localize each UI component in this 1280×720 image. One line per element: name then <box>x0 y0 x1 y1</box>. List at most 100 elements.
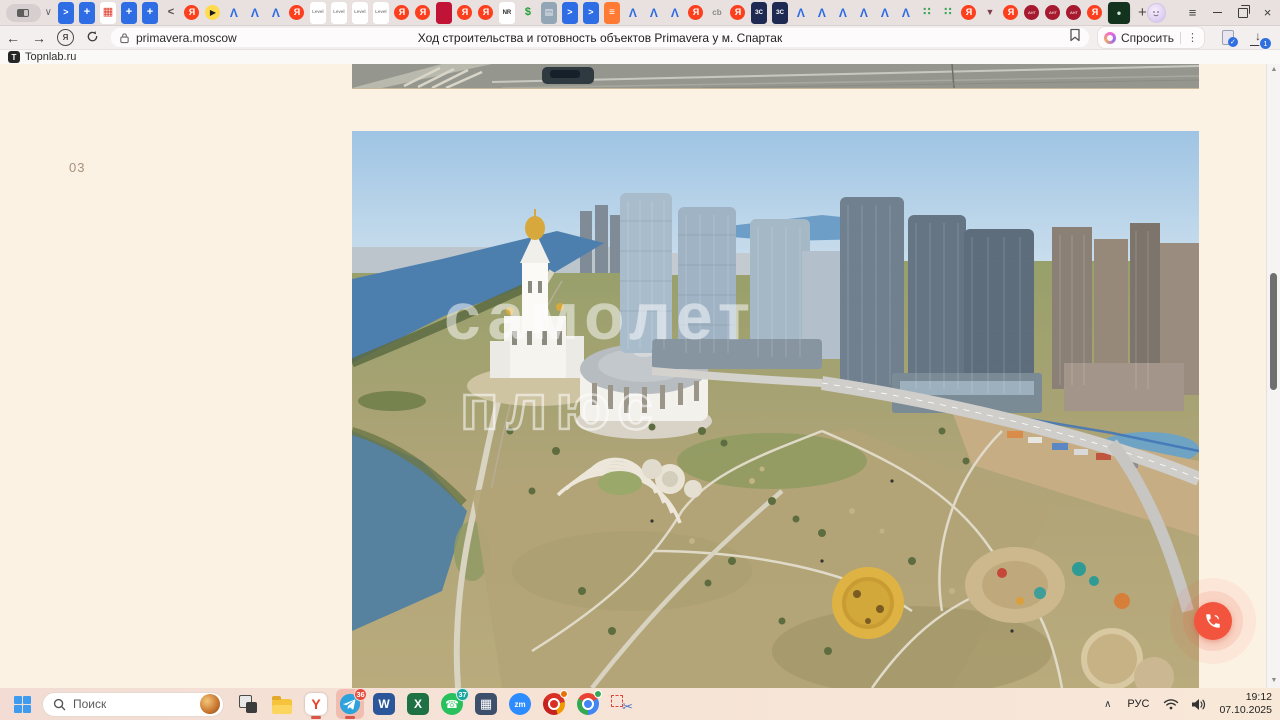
tab-favicon-primavera[interactable]: • <box>1107 1 1130 24</box>
volume-icon[interactable] <box>1191 698 1207 711</box>
tab-favicon-blue-plus[interactable]: + <box>78 1 95 24</box>
tab-favicon-blue-plus[interactable]: + <box>120 1 137 24</box>
taskbar-chrome-red[interactable] <box>540 689 568 719</box>
tab-favicon-peak[interactable]: Λ <box>793 4 809 22</box>
tab-favicon-peak[interactable]: Λ <box>898 4 914 22</box>
menu-button[interactable]: ≡ <box>1180 0 1205 26</box>
taskbar-telegram[interactable]: 36 <box>336 688 367 719</box>
tab-favicon-zs[interactable]: ЗС <box>750 1 767 24</box>
tab-favicon-ob[interactable]: cb <box>709 4 725 22</box>
start-button[interactable] <box>10 692 34 716</box>
tab-favicon-peak[interactable]: Λ <box>247 4 263 22</box>
tab-favicon-blue-arrow[interactable]: > <box>561 1 578 24</box>
scroll-down-arrow[interactable]: ▼ <box>1267 677 1280 684</box>
taskbar-word[interactable]: W <box>370 689 398 719</box>
hidden-icons-button[interactable]: ∧ <box>1104 699 1111 710</box>
tab-favicon-blue-plus[interactable]: + <box>141 1 158 24</box>
tab-favicon-zs[interactable]: ЗС <box>771 1 788 24</box>
taskbar-zoom[interactable]: zm <box>506 689 534 719</box>
url-text[interactable]: primavera.moscow <box>136 31 237 45</box>
bookmark-item[interactable]: T Topnlab.ru <box>8 51 76 63</box>
tab-favicon-ant[interactable]: АНТ <box>1045 4 1061 22</box>
tab-favicon-blue-arrow[interactable]: > <box>582 1 599 24</box>
taskbar-yandex-browser[interactable]: Y <box>302 689 330 719</box>
taskbar-chrome[interactable] <box>574 689 602 719</box>
tab-favicon-yandex[interactable]: Я <box>688 4 704 22</box>
tab-favicon-yandex[interactable]: Я <box>1087 4 1103 22</box>
tab-favicon-blue-arrow[interactable]: > <box>57 1 74 24</box>
tab-favicon-yandex[interactable]: Я <box>415 4 431 22</box>
tab-favicon-peak[interactable]: Λ <box>226 4 242 22</box>
tab-favicon-peak[interactable]: Λ <box>814 4 830 22</box>
tab-favicon-yandex[interactable]: Я <box>961 4 977 22</box>
taskbar-search[interactable]: Поиск <box>42 691 224 717</box>
callback-phone-button[interactable] <box>1194 602 1232 640</box>
tab-favicon-peak[interactable]: Λ <box>877 4 893 22</box>
blue-arrow-icon: > <box>561 1 578 24</box>
tab-favicon-yandex[interactable]: Я <box>457 4 473 22</box>
ask-alice-button[interactable]: Спросить ⋮ <box>1097 26 1205 49</box>
tab-favicon-calculator[interactable]: ▦ <box>99 1 116 24</box>
minimize-button[interactable] <box>1205 0 1230 26</box>
extension-button[interactable]: ✓ <box>1221 30 1238 47</box>
restore-button[interactable] <box>1230 0 1255 26</box>
bookmark-flag-icon[interactable] <box>1069 28 1081 47</box>
back-button[interactable]: ← <box>0 30 26 46</box>
tab-favicon-nr[interactable]: NR <box>498 1 515 24</box>
close-button[interactable]: × <box>1255 0 1280 26</box>
tab-favicon-grayblue[interactable]: ▤ <box>540 1 557 24</box>
taskbar-explorer[interactable] <box>268 689 296 719</box>
tab-favicon-yandex[interactable]: Я <box>1003 4 1019 22</box>
new-tab-button[interactable]: + <box>1138 4 1147 21</box>
sidebar-panel-button[interactable] <box>6 3 41 22</box>
tab-favicon-yandex[interactable]: Я <box>394 4 410 22</box>
tab-favicon-music[interactable]: ▶ <box>205 4 221 22</box>
scroll-up-arrow[interactable]: ▲ <box>1267 66 1280 73</box>
snipping-tool-icon: ✂ <box>611 693 633 715</box>
wifi-icon[interactable] <box>1163 698 1179 710</box>
tab-favicon-ant[interactable]: АНТ <box>1024 4 1040 22</box>
tab-favicon-yandex[interactable]: Я <box>289 4 305 22</box>
yandex-home-button[interactable]: Я <box>57 29 74 46</box>
tab-favicon-darkred[interactable] <box>435 1 452 24</box>
ant-icon: АНТ <box>1066 5 1082 20</box>
taskbar-excel[interactable]: X <box>404 689 432 719</box>
tab-favicon-level[interactable]: Level <box>330 1 347 24</box>
tab-favicon-dots[interactable]: ∷ <box>940 4 956 22</box>
peak-icon: Λ <box>838 5 847 20</box>
forward-button[interactable]: → <box>26 30 52 46</box>
scrollbar-thumb[interactable] <box>1270 273 1277 390</box>
tab-favicon-yandex[interactable]: Я <box>478 4 494 22</box>
tab-favicon-peak[interactable]: Λ <box>667 4 683 22</box>
tab-favicon-level[interactable]: Level <box>372 1 389 24</box>
tab-favicon-dots[interactable]: ∷ <box>919 4 935 22</box>
taskbar-clock[interactable]: 19:12 07.10.2025 <box>1219 691 1272 717</box>
tab-favicon-yandex[interactable]: Я <box>730 4 746 22</box>
search-widget-thumbnail[interactable] <box>200 694 220 714</box>
address-bar[interactable]: primavera.moscow Ход строительства и гот… <box>111 28 1089 47</box>
tab-favicon-peak[interactable]: Λ <box>625 4 641 22</box>
tab-favicon-peak[interactable]: Λ <box>835 4 851 22</box>
tab-favicon-ant[interactable]: АНТ <box>1066 4 1082 22</box>
tab-favicon-yandex[interactable]: Я <box>184 4 200 22</box>
tab-favicon-sber[interactable]: $ <box>520 4 536 22</box>
refresh-button[interactable] <box>79 30 105 46</box>
tab-favicon-level[interactable]: Level <box>309 1 326 24</box>
tab-favicon-peak[interactable]: Λ <box>268 4 284 22</box>
tab-favicon-peak[interactable]: Λ <box>646 4 662 22</box>
language-indicator[interactable]: РУС <box>1127 698 1149 710</box>
tab-favicon-level[interactable]: Level <box>351 1 368 24</box>
profile-avatar[interactable] <box>1146 2 1167 23</box>
tab-favicon-angle[interactable]: < <box>163 4 179 22</box>
taskbar-calculator[interactable]: ▦ <box>472 689 500 719</box>
taskbar-task-view[interactable] <box>234 689 262 719</box>
tab-favicon-orange[interactable]: ≡ <box>603 1 620 24</box>
tab-list-chevron-icon[interactable]: ∨ <box>45 7 52 18</box>
tab-favicon-peak[interactable]: Λ <box>856 4 872 22</box>
taskbar-whatsapp[interactable]: ☎ 37 <box>438 688 469 719</box>
page-scrollbar[interactable]: ▲ ▼ <box>1266 64 1280 688</box>
downloads-button[interactable]: ↓ 1 <box>1249 29 1272 50</box>
taskbar-snipping-tool[interactable]: ✂ <box>608 689 636 719</box>
tab-favicon-funnel[interactable]: ▼ <box>982 4 998 22</box>
more-options-icon[interactable]: ⋮ <box>1187 31 1198 44</box>
